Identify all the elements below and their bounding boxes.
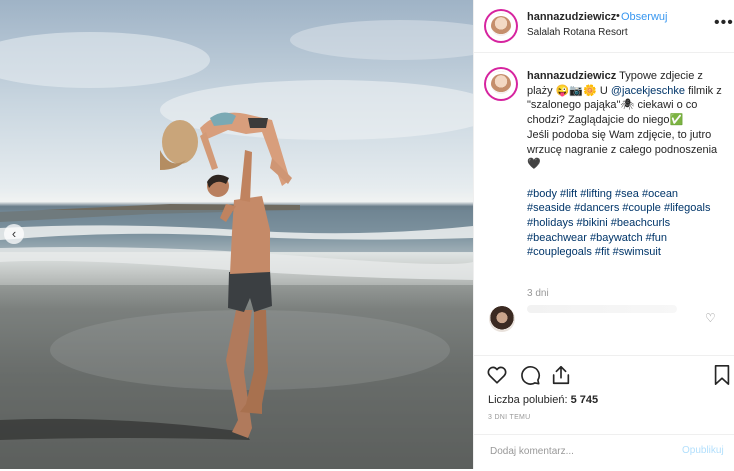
post-caption: hannazudziewicz Typowe zdjecie z plaży 😜… — [527, 69, 722, 260]
commenter-avatar[interactable] — [489, 306, 515, 332]
add-comment-bar: Opublikuj — [474, 434, 734, 471]
more-options-icon[interactable]: ••• — [714, 14, 734, 32]
heart-icon[interactable] — [486, 364, 508, 386]
comments-area: hannazudziewicz Typowe zdjecie z plaży 😜… — [474, 53, 734, 353]
separator-dot: • — [616, 10, 620, 22]
publish-button[interactable]: Opublikuj — [682, 445, 724, 456]
caption-mention[interactable]: @jacekjeschke — [611, 85, 685, 97]
comment-icon[interactable] — [519, 364, 541, 386]
comment-input[interactable] — [488, 445, 642, 458]
comment-like-icon[interactable]: ♡ — [705, 311, 716, 325]
username-link[interactable]: hannazudziewicz — [527, 11, 616, 23]
action-bar: Liczba polubień: 5 745 3 DNI TEMU Opubli… — [474, 355, 734, 470]
bookmark-icon[interactable] — [712, 364, 732, 386]
caption-timestamp[interactable]: 3 dni — [527, 288, 549, 299]
likes-number: 5 745 — [570, 394, 599, 406]
caption-hashtags[interactable]: #body #lift #lifting #sea #ocean #seasid… — [527, 188, 714, 259]
likes-label: Liczba polubień: — [488, 394, 568, 406]
post-date[interactable]: 3 DNI TEMU — [488, 414, 531, 421]
avatar[interactable] — [486, 11, 516, 41]
share-icon[interactable] — [550, 364, 572, 386]
post-photo[interactable]: ‹ — [0, 0, 473, 469]
caption-avatar[interactable] — [486, 69, 516, 99]
post-header: hannazudziewicz • Obserwuj Salalah Rotan… — [474, 0, 734, 53]
post-sidebar: hannazudziewicz • Obserwuj Salalah Rotan… — [473, 0, 734, 469]
likes-count[interactable]: Liczba polubień: 5 745 — [488, 394, 598, 406]
beach-scene — [0, 20, 473, 469]
caption-text-2: filmik z "szalonego pająka"🕷 ciekawi o c… — [527, 84, 722, 171]
location-link[interactable]: Salalah Rotana Resort — [527, 27, 628, 38]
chevron-left-icon[interactable]: ‹ — [4, 224, 24, 244]
comment-placeholder — [527, 305, 677, 313]
follow-button[interactable]: Obserwuj — [621, 11, 667, 23]
caption-username[interactable]: hannazudziewicz — [527, 70, 616, 82]
